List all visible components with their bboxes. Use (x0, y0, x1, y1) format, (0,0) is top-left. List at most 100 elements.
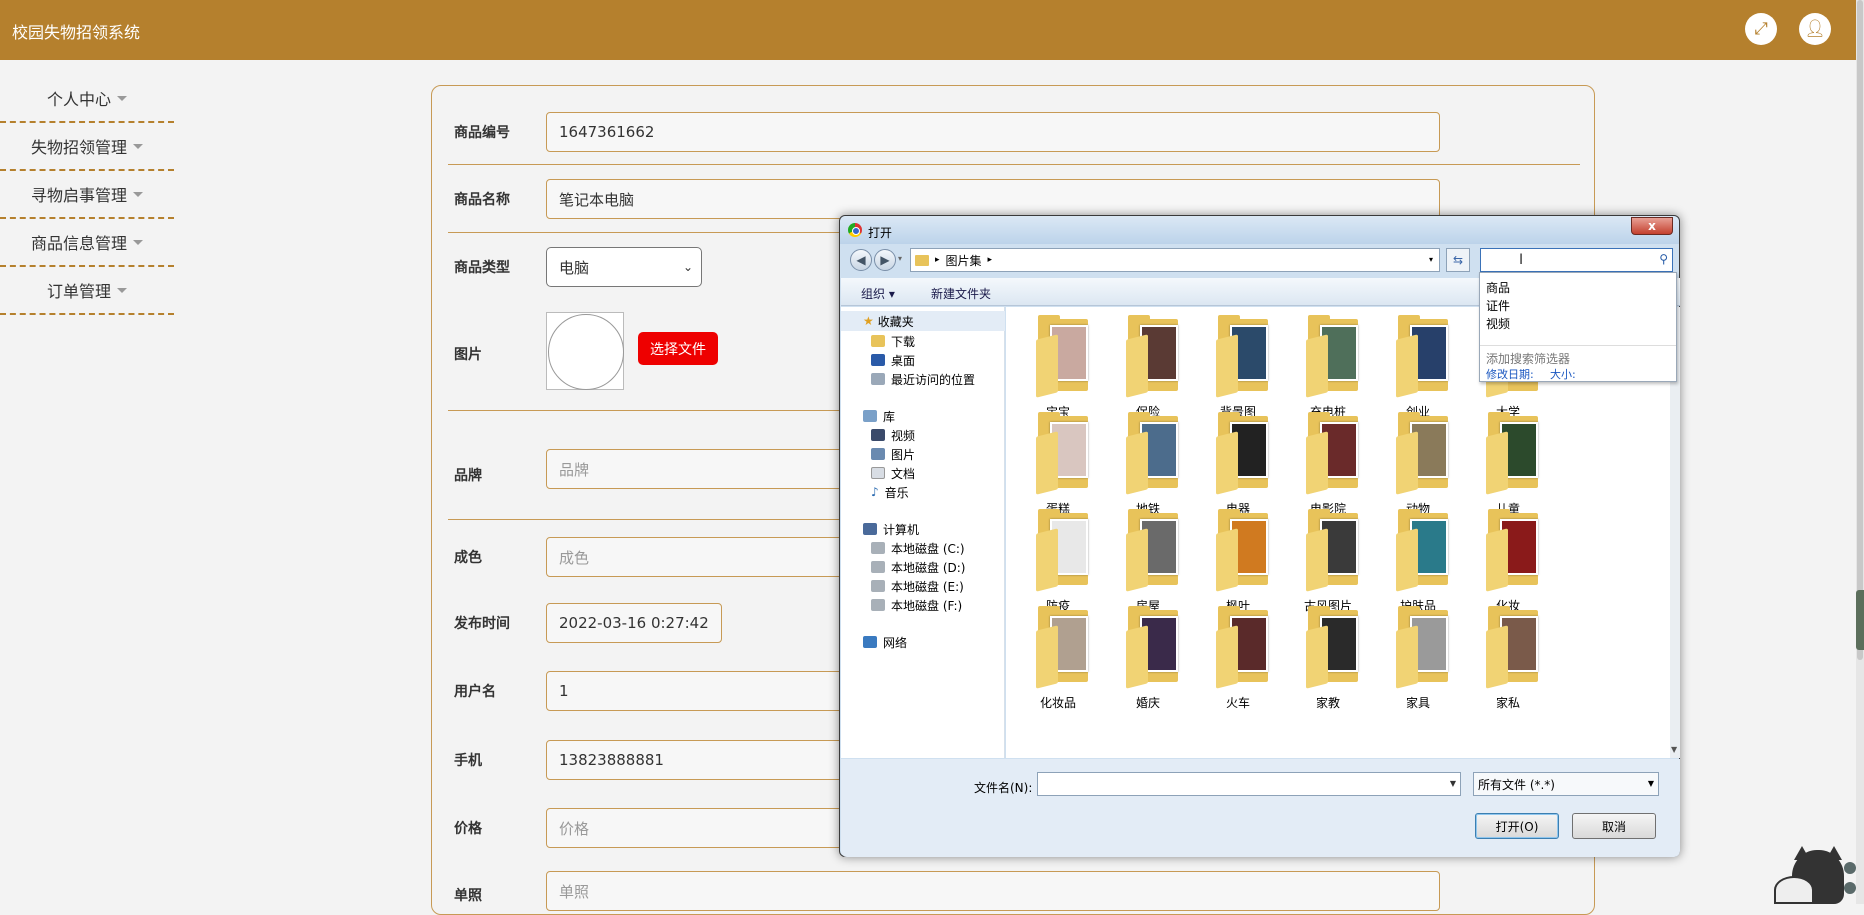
folder-item[interactable]: 创业 (1370, 311, 1466, 423)
publish-time-input[interactable]: 2022-03-16 0:27:42 (546, 603, 722, 643)
chevron-down-icon: ⌄ (682, 260, 693, 274)
sidebar-item-lost-notice[interactable]: 寻物启事管理 (0, 171, 174, 219)
new-folder-button[interactable]: 新建文件夹 (931, 285, 991, 302)
folder-front (1126, 431, 1148, 495)
file-type-select[interactable]: 所有文件 (*.*) ▼ (1473, 772, 1659, 796)
filename-input[interactable]: ▼ (1037, 772, 1461, 796)
dialog-titlebar[interactable]: 打开 x (840, 216, 1679, 244)
code-input[interactable]: 1647361662 (546, 112, 1440, 152)
back-button[interactable]: ◀ (850, 249, 872, 271)
user-icon: 👤︎ (1804, 19, 1826, 39)
nav-downloads[interactable]: 下载 (841, 331, 1005, 351)
nav-favorites[interactable]: ★ 收藏夹 (841, 311, 1005, 331)
page-scrollbar-thumb[interactable] (1857, 0, 1863, 660)
folder-item[interactable]: 地铁 (1100, 408, 1196, 520)
folder-item[interactable]: 婚庆 (1100, 602, 1196, 714)
user-button[interactable]: 👤︎ (1799, 13, 1831, 45)
nav-libraries[interactable]: 库 (841, 406, 1005, 426)
folder-front (1126, 625, 1148, 689)
folder-front (1216, 528, 1238, 592)
folder-front (1126, 334, 1148, 398)
fullscreen-button[interactable]: ⤢ (1745, 13, 1777, 45)
nav-music[interactable]: ♪ 音乐 (841, 482, 1005, 502)
refresh-button[interactable]: ⇆ (1446, 248, 1470, 272)
breadcrumb-pictures[interactable]: 图片集 (946, 252, 982, 269)
cancel-button[interactable]: 取消 (1572, 813, 1656, 839)
nav-drive-e[interactable]: 本地磁盘 (E:) (841, 576, 1005, 596)
mascot-widget[interactable] (1764, 846, 1856, 904)
folder-item[interactable]: 宝宝 (1010, 311, 1106, 423)
nav-videos[interactable]: 视频 (841, 425, 1005, 445)
name-input[interactable]: 笔记本电脑 (546, 179, 1440, 219)
folder-item[interactable]: 房屋 (1100, 505, 1196, 617)
nav-desktop[interactable]: 桌面 (841, 350, 1005, 370)
folder-item[interactable]: 电器 (1190, 408, 1286, 520)
text-cursor-icon: I (1519, 252, 1524, 268)
nav-label: 最近访问的位置 (891, 372, 976, 387)
filter-size[interactable]: 大小: (1550, 366, 1576, 382)
folder-item[interactable]: 防疫 (1010, 505, 1106, 617)
close-icon: x (1648, 219, 1656, 233)
folder-item[interactable]: 化妆 (1460, 505, 1556, 617)
side-tab[interactable] (1856, 590, 1864, 650)
forward-button[interactable]: ▶ (874, 249, 896, 271)
photo-input[interactable]: 单照 (546, 871, 1440, 911)
dialog-close-button[interactable]: x (1631, 217, 1673, 235)
name-label: 商品名称 (454, 192, 510, 208)
nav-drive-c[interactable]: 本地磁盘 (C:) (841, 538, 1005, 558)
type-select[interactable]: 电脑 ⌄ (546, 247, 702, 287)
folder-item[interactable]: 火车 (1190, 602, 1286, 714)
top-bar: 校园失物招领系统 ⤢ 👤︎ (0, 0, 1856, 60)
nav-label: 下载 (891, 334, 916, 349)
history-dropdown-icon[interactable]: ▾ (898, 254, 902, 263)
nav-recent[interactable]: 最近访问的位置 (841, 369, 1005, 389)
drive-icon (871, 542, 885, 554)
downloads-icon (871, 335, 885, 347)
folder-item[interactable]: 化妆品 (1010, 602, 1106, 714)
mascot-button[interactable] (1844, 862, 1856, 874)
nav-drive-d[interactable]: 本地磁盘 (D:) (841, 557, 1005, 577)
suggestion-item[interactable]: 视频 (1486, 315, 1510, 332)
filename-dropdown-icon[interactable]: ▼ (1450, 779, 1456, 788)
folder-item[interactable]: 家教 (1280, 602, 1376, 714)
address-bar[interactable]: ▸ 图片集 ▸ ▾ (910, 248, 1440, 272)
suggestion-item[interactable]: 商品 (1486, 279, 1510, 296)
nav-documents[interactable]: 文档 (841, 463, 1005, 483)
address-dropdown-icon[interactable]: ▾ (1429, 255, 1433, 264)
folder-item[interactable]: 家具 (1370, 602, 1466, 714)
folder-item[interactable]: 古风图片 (1280, 505, 1376, 617)
sidebar-item-lost-found[interactable]: 失物招领管理 (0, 123, 174, 171)
folder-front (1216, 431, 1238, 495)
nav-network[interactable]: 网络 (841, 632, 1005, 652)
folder-item[interactable]: 电影院 (1280, 408, 1376, 520)
search-icon[interactable]: ⚲ (1659, 252, 1668, 266)
image-placeholder-circle (548, 314, 624, 390)
suggestion-item[interactable]: 证件 (1486, 297, 1510, 314)
folder-item[interactable]: 蛋糕 (1010, 408, 1106, 520)
folder-item[interactable]: 保险 (1100, 311, 1196, 423)
organize-button[interactable]: 组织 ▾ (861, 285, 895, 302)
folder-item[interactable]: 动物 (1370, 408, 1466, 520)
folder-item[interactable]: 背景图 (1190, 311, 1286, 423)
folder-item[interactable]: 家私 (1460, 602, 1556, 714)
choose-file-button[interactable]: 选择文件 (638, 332, 718, 365)
filter-modified-date[interactable]: 修改日期: (1486, 366, 1534, 382)
nav-computer[interactable]: 计算机 (841, 519, 1005, 539)
sidebar-item-personal-center[interactable]: 个人中心 (0, 75, 174, 123)
folder-front (1396, 625, 1418, 689)
sidebar-item-orders[interactable]: 订单管理 (0, 267, 174, 315)
nav-drive-f[interactable]: 本地磁盘 (F:) (841, 595, 1005, 615)
folder-front (1036, 334, 1058, 398)
sidebar-item-goods[interactable]: 商品信息管理 (0, 219, 174, 267)
nav-pictures[interactable]: 图片 (841, 444, 1005, 464)
folder-item[interactable]: 枫叶 (1190, 505, 1286, 617)
folder-name: 家私 (1495, 696, 1520, 710)
folder-item[interactable]: 充电桩 (1280, 311, 1376, 423)
mascot-button[interactable] (1844, 882, 1856, 894)
folder-item[interactable]: 儿童 (1460, 408, 1556, 520)
open-button[interactable]: 打开(O) (1475, 813, 1559, 839)
scroll-down-icon[interactable]: ▼ (1671, 745, 1677, 754)
page-scrollbar[interactable] (1856, 0, 1864, 904)
search-input[interactable]: I ⚲ (1480, 248, 1673, 272)
folder-item[interactable]: 护肤品 (1370, 505, 1466, 617)
